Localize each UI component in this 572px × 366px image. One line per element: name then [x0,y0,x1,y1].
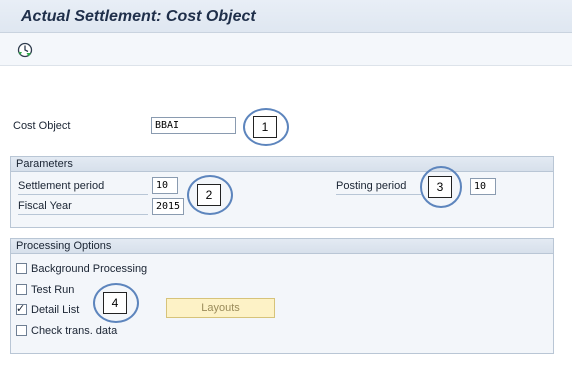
parameters-group-title: Parameters [11,157,553,172]
callout-4: 4 [93,283,139,323]
background-processing-checkbox[interactable]: Background Processing [16,262,156,276]
execute-clock-icon[interactable] [17,42,33,58]
test-run-checkbox[interactable]: Test Run [16,283,96,297]
test-run-label: Test Run [31,284,75,296]
callout-number: 1 [253,116,277,138]
title-bar: Actual Settlement: Cost Object [0,0,572,33]
callout-2: 2 [187,175,233,215]
fiscal-year-input[interactable]: 2015 [152,198,184,215]
checkbox-box[interactable] [16,284,27,295]
callout-number: 4 [103,292,127,314]
settlement-period-label: Settlement period [18,180,148,195]
cost-object-input[interactable]: BBAI [151,117,236,134]
callout-number: 3 [428,176,452,198]
posting-period-input[interactable]: 10 [470,178,496,195]
callout-3: 3 [420,166,462,208]
processing-options-group-title: Processing Options [11,239,553,254]
callout-number: 2 [197,184,221,206]
cost-object-label: Cost Object [13,120,71,132]
fiscal-year-label: Fiscal Year [18,200,148,215]
toolbar [0,33,572,66]
detail-list-checkbox[interactable]: ✓ Detail List [16,302,96,317]
posting-period-label: Posting period [336,180,421,195]
checkbox-box[interactable] [16,325,27,336]
checkmark-icon: ✓ [16,302,26,315]
detail-list-label: Detail List [31,304,80,316]
layouts-button[interactable]: Layouts [166,298,275,318]
checkbox-box[interactable]: ✓ [16,302,27,315]
callout-1: 1 [243,108,289,146]
page-title: Actual Settlement: Cost Object [21,8,256,25]
settlement-period-input[interactable]: 10 [152,177,178,194]
checkbox-box[interactable] [16,263,27,274]
background-processing-label: Background Processing [31,263,148,275]
check-trans-data-label: Check trans. data [31,325,118,337]
check-trans-data-checkbox[interactable]: Check trans. data [16,324,136,338]
